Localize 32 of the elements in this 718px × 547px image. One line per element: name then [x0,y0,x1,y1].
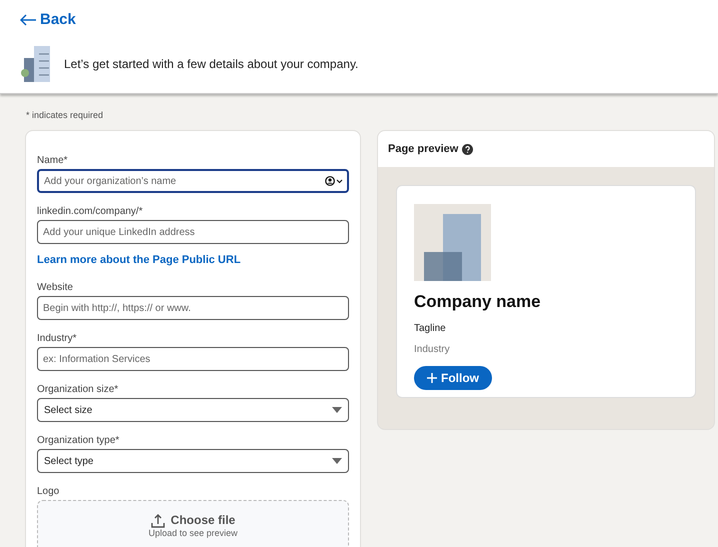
input-field[interactable]: ex: Information Services [37,347,349,371]
company-name: Company name [414,291,542,313]
dropdown-caret-icon [332,407,342,413]
input-field[interactable]: Add your unique LinkedIn address [37,220,349,244]
plus-icon [427,372,437,382]
input-field[interactable]: Begin with http://, https:// or www. [37,296,349,320]
required-note: * indicates required [26,110,104,121]
select-dropdown[interactable]: Select size [37,398,349,422]
follow-button[interactable]: Follow [414,366,492,390]
account-picker-icon[interactable] [325,176,343,186]
tagline: Tagline [414,322,447,336]
upload-area[interactable]: Choose file Upload to see preview [37,500,349,547]
help-icon [462,144,474,154]
field-label: Website [37,282,74,294]
field-label: Industry* [37,333,78,345]
learn-more-link[interactable]: Learn more about the Page Public URL [37,253,241,267]
back-link[interactable]: Back [20,9,76,32]
select-dropdown[interactable]: Select type [37,449,349,473]
field-label: Logo [37,486,60,498]
upload-icon [150,514,165,528]
choose-file-button[interactable]: Choose file [150,513,236,528]
upload-hint: Upload to see preview [148,528,238,539]
field-label: Name* [37,155,69,167]
input-field[interactable]: Add your organization’s name [37,169,349,193]
industry: Industry [414,342,451,356]
field-label: linkedin.com/company/* [37,206,144,218]
preview-title: Page preview [388,142,458,157]
dropdown-caret-icon [332,458,342,464]
field-label: Organization size* [37,384,120,396]
intro-text: Let’s get started with a few details about your company. [64,56,358,72]
field-label: Organization type* [37,435,120,447]
back-arrow-icon [20,14,36,26]
